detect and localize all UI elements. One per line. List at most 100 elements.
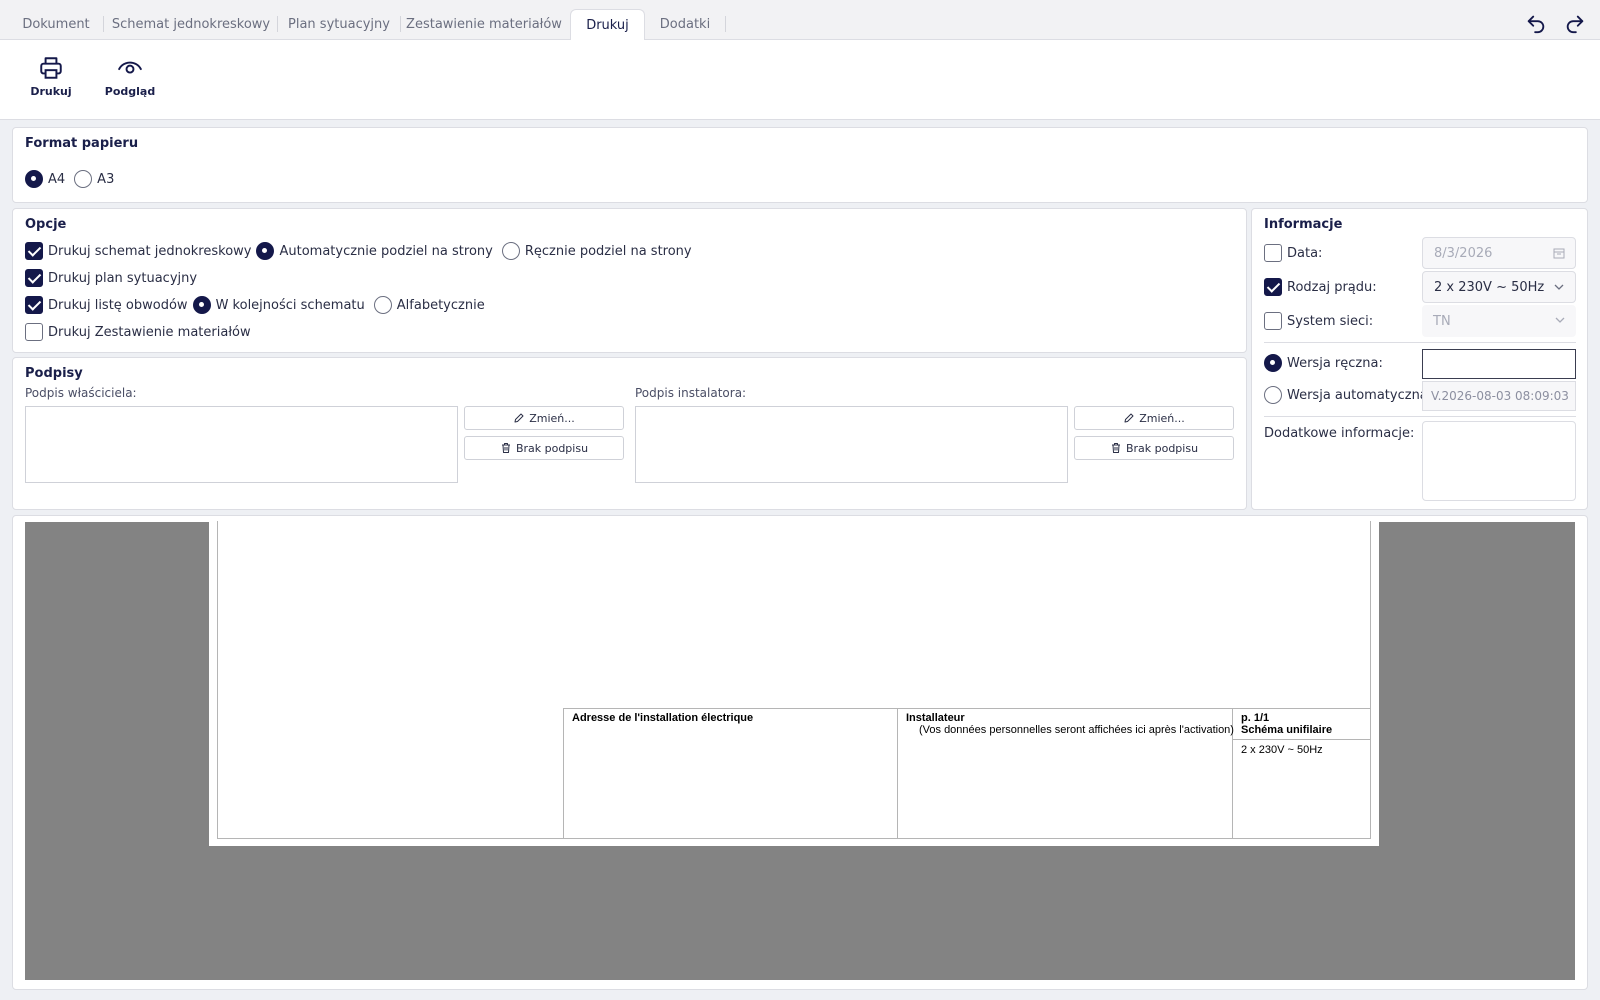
auto-version-label: Wersja automatyczna:: [1287, 387, 1433, 403]
print-button-label: Drukuj: [30, 85, 72, 98]
date-checkbox[interactable]: [1264, 244, 1282, 262]
preview-button[interactable]: Podgląd: [97, 55, 163, 105]
current-type-select[interactable]: 2 x 230V ~ 50Hz: [1422, 271, 1576, 303]
pencil-icon: [514, 413, 524, 423]
network-system-label: System sieci:: [1287, 313, 1374, 329]
option-row-circuits: Drukuj listę obwodów W kolejności schema…: [25, 296, 490, 314]
manual-split-radio[interactable]: [501, 242, 520, 260]
auto-split-radio[interactable]: [256, 242, 275, 260]
order-alpha-label: Alfabetycznie: [396, 297, 485, 313]
print-plan-label: Drukuj plan sytuacyjny: [48, 270, 198, 286]
additional-info-textarea[interactable]: [1422, 421, 1576, 501]
print-button[interactable]: Drukuj: [18, 55, 84, 105]
eye-icon: [118, 61, 142, 74]
print-materials-label: Drukuj Zestawienie materiałów: [48, 324, 251, 340]
print-schematic-label: Drukuj schemat jednokreskowy: [48, 243, 252, 259]
radio-a3[interactable]: [74, 170, 93, 188]
manual-split-label: Ręcznie podziel na strony: [524, 243, 692, 259]
date-value: 8/3/2026: [1434, 245, 1493, 261]
option-row-schematic: Drukuj schemat jednokreskowy Automatyczn…: [25, 242, 697, 260]
tab-separator: [400, 16, 401, 32]
installer-signature-label: Podpis instalatora:: [635, 386, 747, 400]
network-system-checkbox[interactable]: [1264, 312, 1282, 330]
print-circuits-label: Drukuj listę obwodów: [48, 297, 188, 313]
manual-version-label: Wersja ręczna:: [1287, 355, 1383, 371]
signatures-title: Podpisy: [25, 366, 83, 381]
owner-no-signature-button[interactable]: Brak podpisu: [464, 436, 624, 460]
network-system-value: TN: [1433, 313, 1451, 329]
chevron-down-icon: [1554, 284, 1564, 290]
network-system-select[interactable]: TN: [1422, 305, 1576, 337]
preview-installer-title: Installateur: [906, 712, 965, 724]
tab-separator: [277, 16, 278, 32]
redo-icon[interactable]: [1564, 12, 1586, 34]
printer-icon: [40, 57, 62, 79]
info-current-row: Rodzaj prądu:: [1264, 278, 1382, 296]
title-block-divider: [1232, 739, 1371, 740]
info-panel: Informacje Data: 8/3/2026 Rodzaj prądu: …: [1251, 208, 1588, 510]
preview-doc-type: Schéma unifilaire: [1241, 724, 1333, 736]
owner-change-label: Zmień...: [529, 411, 575, 425]
tab-dokument[interactable]: Dokument: [12, 9, 100, 40]
info-auto-version-row: Wersja automatyczna:: [1264, 386, 1437, 404]
radio-a4[interactable]: [25, 170, 43, 188]
installer-change-button[interactable]: Zmień...: [1074, 406, 1234, 430]
auto-version-field: V.2026-08-03 08:09:03: [1422, 381, 1576, 411]
owner-signature-label: Podpis właściciela:: [25, 386, 137, 400]
print-schematic-checkbox[interactable]: [25, 242, 43, 260]
order-schema-radio[interactable]: [192, 296, 211, 314]
current-type-value: 2 x 230V ~ 50Hz: [1434, 279, 1545, 295]
pencil-icon: [1124, 413, 1134, 423]
current-type-checkbox[interactable]: [1264, 278, 1282, 296]
chevron-down-icon: [1555, 317, 1565, 323]
additional-info-label: Dodatkowe informacje:: [1264, 426, 1415, 441]
option-row-plan: Drukuj plan sytuacyjny: [25, 269, 202, 287]
owner-signature-box: [25, 406, 458, 483]
tab-separator: [103, 16, 104, 32]
date-label: Data:: [1287, 245, 1323, 261]
owner-change-button[interactable]: Zmień...: [464, 406, 624, 430]
calendar-icon: [1553, 248, 1565, 259]
paper-format-panel: Format papieru A4 A3: [12, 127, 1588, 203]
owner-no-signature-label: Brak podpisu: [515, 441, 589, 455]
radio-a3-label: A3: [97, 171, 115, 187]
ribbon: Drukuj Podgląd: [0, 40, 1600, 120]
info-divider: [1264, 416, 1576, 417]
print-materials-checkbox[interactable]: [25, 323, 43, 341]
auto-split-label: Automatycznie podziel na strony: [279, 243, 493, 259]
order-alpha-radio[interactable]: [373, 296, 392, 314]
trash-icon: [501, 443, 510, 453]
installer-no-signature-button[interactable]: Brak podpisu: [1074, 436, 1234, 460]
preview-address-title: Adresse de l'installation électrique: [572, 712, 754, 724]
manual-version-radio[interactable]: [1264, 354, 1282, 372]
info-divider: [1264, 342, 1576, 343]
print-circuits-checkbox[interactable]: [25, 296, 43, 314]
options-panel: Opcje Drukuj schemat jednokreskowy Autom…: [12, 208, 1247, 353]
current-type-label: Rodzaj prądu:: [1287, 279, 1377, 295]
auto-version-radio[interactable]: [1264, 386, 1282, 404]
info-network-row: System sieci:: [1264, 312, 1378, 330]
date-field[interactable]: 8/3/2026: [1422, 237, 1576, 269]
tab-bar: Dokument Schemat jednokreskowy Plan sytu…: [0, 0, 1600, 41]
tab-drukuj[interactable]: Drukuj: [570, 9, 645, 41]
option-row-materials: Drukuj Zestawienie materiałów: [25, 323, 256, 341]
tab-plan-sytuacyjny[interactable]: Plan sytuacyjny: [280, 9, 398, 40]
tab-schemat-jednokreskowy[interactable]: Schemat jednokreskowy: [106, 9, 276, 40]
signatures-panel: Podpisy Podpis właściciela: Zmień... Bra…: [12, 357, 1247, 510]
installer-no-signature-label: Brak podpisu: [1125, 441, 1199, 455]
manual-version-input[interactable]: [1422, 349, 1576, 379]
installer-change-label: Zmień...: [1139, 411, 1185, 425]
trash-icon: [1111, 443, 1120, 453]
preview-current-type: 2 x 230V ~ 50Hz: [1241, 744, 1323, 756]
paper-format-title: Format papieru: [25, 136, 139, 151]
tab-zestawienie-materialow[interactable]: Zestawienie materiałów: [403, 9, 565, 40]
preview-button-label: Podgląd: [104, 85, 156, 98]
tab-separator: [725, 16, 726, 32]
print-plan-checkbox[interactable]: [25, 269, 43, 287]
tab-dodatki[interactable]: Dodatki: [650, 9, 720, 40]
info-manual-version-row: Wersja ręczna:: [1264, 354, 1388, 372]
preview-installer-note: (Vos données personnelles seront affiché…: [919, 724, 1234, 736]
undo-icon[interactable]: [1525, 12, 1547, 34]
title-block-divider: [897, 708, 898, 839]
options-title: Opcje: [25, 217, 67, 232]
